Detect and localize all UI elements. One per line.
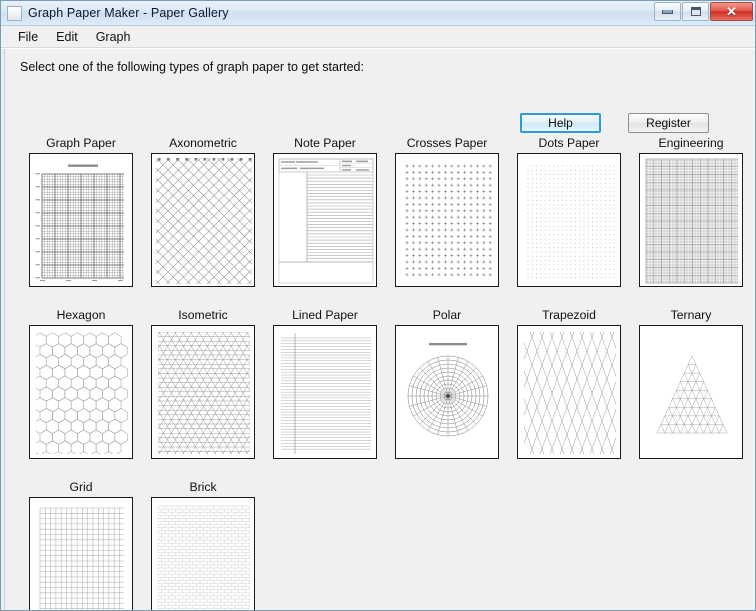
paper-gallery: Graph PaperAxonometricNote PaperCrosses … <box>20 135 749 610</box>
paper-thumbnail-axonometric[interactable] <box>151 153 255 287</box>
paper-thumbnail-lined-paper[interactable] <box>273 325 377 459</box>
register-button[interactable]: Register <box>628 113 709 133</box>
client-area: Select one of the following types of gra… <box>1 48 755 610</box>
paper-thumbnail-note-paper[interactable] <box>273 153 377 287</box>
paper-card-label: Grid <box>20 479 142 497</box>
paper-card-label: Engineering <box>630 135 752 153</box>
paper-card-trapezoid[interactable]: Trapezoid <box>508 307 630 459</box>
paper-thumbnail-crosses-paper[interactable] <box>395 153 499 287</box>
gallery-row: Graph PaperAxonometricNote PaperCrosses … <box>20 135 749 287</box>
menu-item-file[interactable]: File <box>9 28 47 46</box>
paper-thumbnail-isometric[interactable] <box>151 325 255 459</box>
paper-card-axonometric[interactable]: Axonometric <box>142 135 264 287</box>
paper-card-label: Trapezoid <box>508 307 630 325</box>
paper-card-dots-paper[interactable]: Dots Paper <box>508 135 630 287</box>
left-rail <box>1 49 5 610</box>
paper-card-label: Hexagon <box>20 307 142 325</box>
paper-card-label: Isometric <box>142 307 264 325</box>
paper-card-grid[interactable]: Grid <box>20 479 142 610</box>
paper-thumbnail-brick[interactable] <box>151 497 255 610</box>
paper-card-graph-paper[interactable]: Graph Paper <box>20 135 142 287</box>
row-spacer <box>20 459 749 479</box>
paper-thumbnail-polar[interactable] <box>395 325 499 459</box>
paper-card-label: Ternary <box>630 307 752 325</box>
paper-card-isometric[interactable]: Isometric <box>142 307 264 459</box>
maximize-button[interactable] <box>682 2 709 21</box>
row-spacer <box>20 287 749 307</box>
paper-thumbnail-hexagon[interactable] <box>29 325 133 459</box>
minimize-button[interactable] <box>654 2 681 21</box>
app-window: Graph Paper Maker - Paper Gallery ✕ File… <box>0 0 756 611</box>
close-icon: ✕ <box>711 3 752 20</box>
paper-card-brick[interactable]: Brick <box>142 479 264 610</box>
gallery-row: GridBrick <box>20 479 749 610</box>
menu-item-graph[interactable]: Graph <box>87 28 140 46</box>
paper-card-label: Axonometric <box>142 135 264 153</box>
paper-card-crosses-paper[interactable]: Crosses Paper <box>386 135 508 287</box>
paper-card-label: Polar <box>386 307 508 325</box>
minimize-icon <box>655 3 680 20</box>
paper-card-label: Note Paper <box>264 135 386 153</box>
paper-card-ternary[interactable]: Ternary <box>630 307 752 459</box>
paper-card-label: Lined Paper <box>264 307 386 325</box>
instruction-text: Select one of the following types of gra… <box>20 60 364 74</box>
paper-card-note-paper[interactable]: Note Paper <box>264 135 386 287</box>
paper-thumbnail-trapezoid[interactable] <box>517 325 621 459</box>
maximize-icon <box>683 3 708 20</box>
paper-thumbnail-grid[interactable] <box>29 497 133 610</box>
menu-bar: File Edit Graph <box>1 26 755 48</box>
paper-card-lined-paper[interactable]: Lined Paper <box>264 307 386 459</box>
paper-card-hexagon[interactable]: Hexagon <box>20 307 142 459</box>
paper-thumbnail-dots-paper[interactable] <box>517 153 621 287</box>
gallery-row: HexagonIsometricLined PaperPolarTrapezoi… <box>20 307 749 459</box>
paper-card-engineering[interactable]: Engineering <box>630 135 752 287</box>
paper-thumbnail-engineering[interactable] <box>639 153 743 287</box>
paper-card-polar[interactable]: Polar <box>386 307 508 459</box>
window-title: Graph Paper Maker - Paper Gallery <box>28 6 229 20</box>
paper-card-label: Dots Paper <box>508 135 630 153</box>
help-button[interactable]: Help <box>520 113 601 133</box>
menu-item-edit[interactable]: Edit <box>47 28 87 46</box>
close-button[interactable]: ✕ <box>710 2 753 21</box>
paper-card-label: Brick <box>142 479 264 497</box>
paper-thumbnail-graph-paper[interactable] <box>29 153 133 287</box>
paper-thumbnail-ternary[interactable] <box>639 325 743 459</box>
app-icon <box>7 6 22 21</box>
window-controls: ✕ <box>654 2 753 21</box>
paper-card-label: Graph Paper <box>20 135 142 153</box>
title-bar: Graph Paper Maker - Paper Gallery ✕ <box>1 1 755 26</box>
paper-card-label: Crosses Paper <box>386 135 508 153</box>
